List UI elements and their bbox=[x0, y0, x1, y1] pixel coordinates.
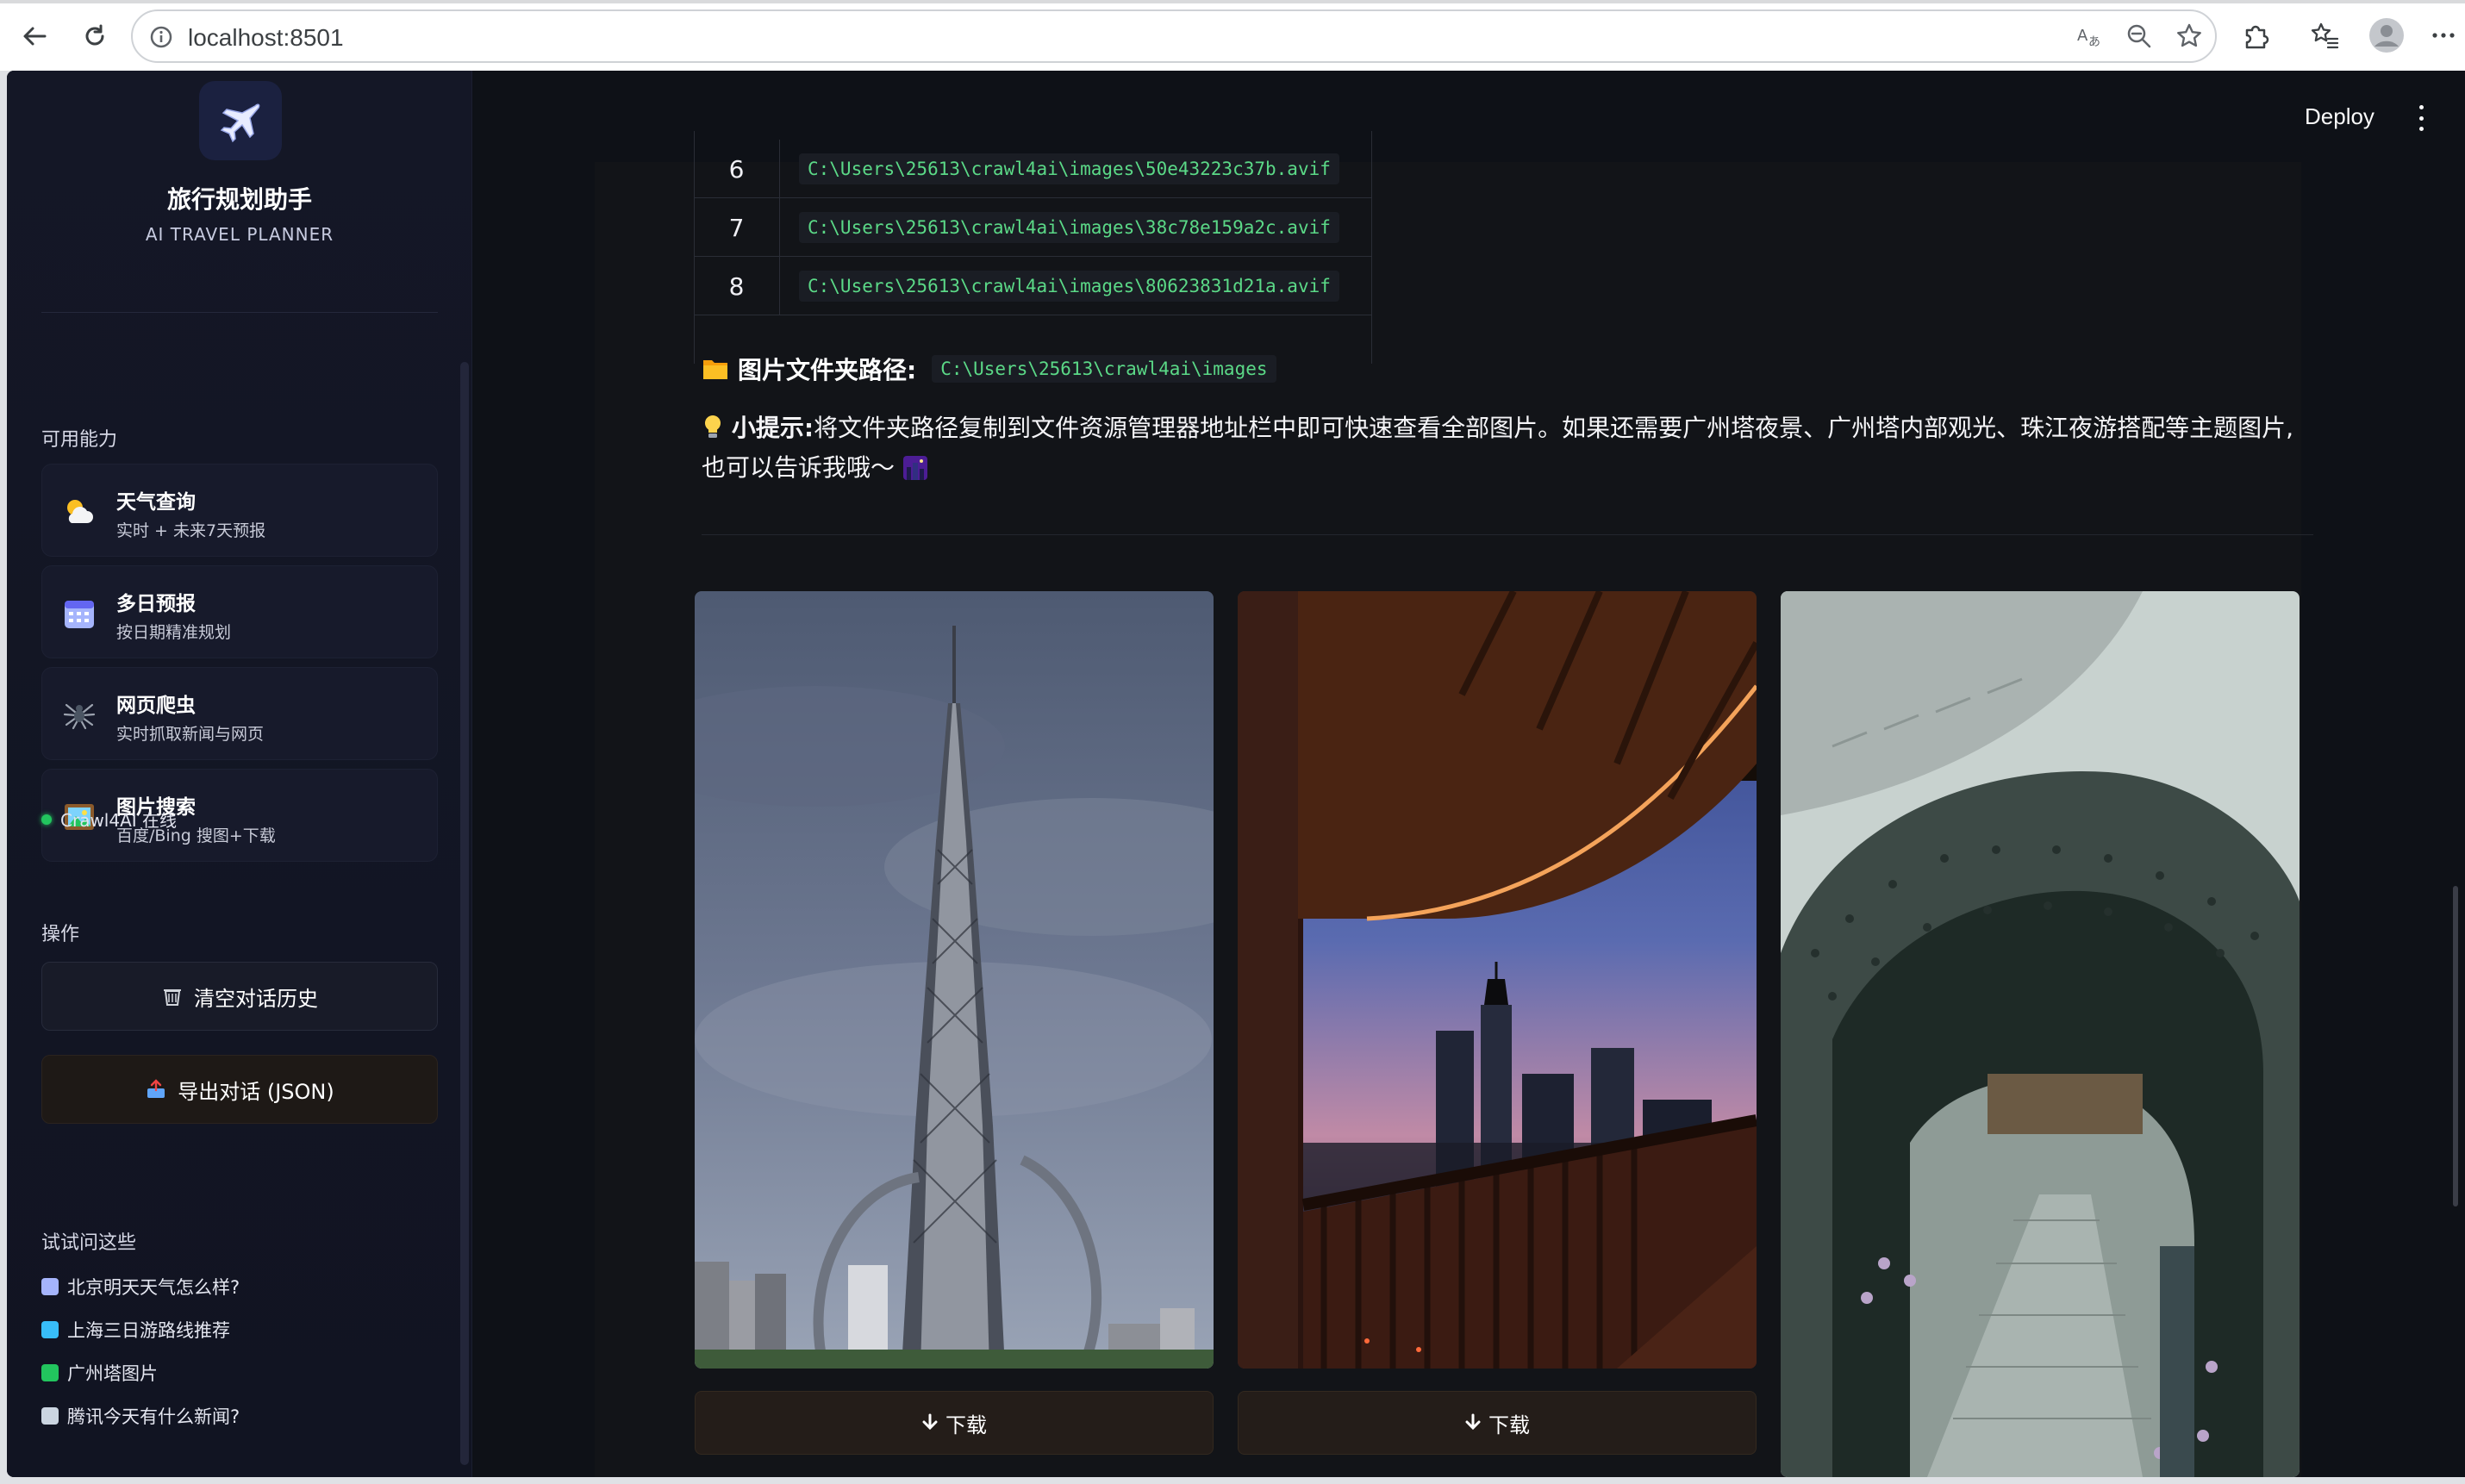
suggestion-shanghai-route[interactable]: 上海三日游路线推荐 bbox=[41, 1317, 230, 1343]
capability-desc: 实时抓取新闻与网页 bbox=[116, 725, 265, 744]
capability-desc: 实时 + 未来7天预报 bbox=[116, 521, 266, 540]
url-text[interactable]: localhost:8501 bbox=[188, 24, 344, 52]
newspaper-icon bbox=[41, 1407, 59, 1425]
svg-text:A: A bbox=[2077, 27, 2088, 45]
capability-title: 多日预报 bbox=[116, 593, 196, 615]
actions-heading: 操作 bbox=[41, 924, 80, 945]
profile-avatar-icon[interactable] bbox=[2368, 17, 2405, 53]
wastebasket-icon bbox=[164, 989, 181, 1006]
image-path-code: C:\Users\25613\crawl4ai\images\50e43223c… bbox=[799, 153, 1339, 184]
balcony-dusk-photo bbox=[1238, 591, 1757, 1369]
row-number: 8 bbox=[694, 257, 780, 315]
down-arrow-icon bbox=[922, 1413, 938, 1431]
app-viewport: 旅行规划助手 AI TRAVEL PLANNER 可用能力 天气查询 实时 + … bbox=[7, 71, 2465, 1477]
outbox-icon bbox=[147, 1079, 165, 1098]
spider-icon bbox=[63, 703, 96, 730]
suggestion-canton-tower-images[interactable]: 广州塔图片 bbox=[41, 1360, 158, 1386]
suggestion-beijing-weather[interactable]: 北京明天天气怎么样? bbox=[41, 1274, 240, 1300]
status-online-dot-icon bbox=[41, 814, 52, 825]
row-number: 6 bbox=[694, 140, 780, 198]
capabilities-heading: 可用能力 bbox=[41, 429, 118, 451]
download-label: 下载 bbox=[1488, 1412, 1530, 1437]
weather-icon bbox=[67, 500, 93, 523]
night-city-icon bbox=[902, 456, 927, 480]
content-divider bbox=[702, 534, 2313, 535]
canton-tower-photo bbox=[695, 591, 1214, 1369]
browser-toolbar: localhost:8501 Aあ bbox=[0, 0, 2465, 71]
deploy-button[interactable]: Deploy bbox=[2305, 103, 2375, 130]
app-subtitle: AI TRAVEL PLANNER bbox=[145, 224, 334, 245]
site-info-icon[interactable] bbox=[148, 24, 174, 53]
favorites-icon[interactable] bbox=[2306, 17, 2343, 53]
reload-icon[interactable] bbox=[78, 19, 112, 53]
folder-path-label: 图片文件夹路径: bbox=[738, 356, 917, 384]
tip-paragraph: 小提示:将文件夹路径复制到文件资源管理器地址栏中即可快速查看全部图片。如果还需要… bbox=[702, 408, 2313, 488]
down-arrow-icon bbox=[1465, 1413, 1481, 1431]
export-json-button[interactable]: 导出对话 (JSON) bbox=[41, 1055, 438, 1124]
main-menu-icon[interactable] bbox=[2417, 105, 2425, 131]
suggestion-text: 北京明天天气怎么样? bbox=[67, 1277, 240, 1298]
suggestion-tencent-news[interactable]: 腾讯今天有什么新闻? bbox=[41, 1403, 240, 1429]
picture-icon bbox=[41, 1364, 59, 1381]
clear-history-button[interactable]: 清空对话历史 bbox=[41, 962, 438, 1031]
suggestion-text: 上海三日游路线推荐 bbox=[67, 1320, 230, 1341]
sidebar-scrollbar[interactable] bbox=[459, 71, 471, 1477]
image-path-code: C:\Users\25613\crawl4ai\images\38c78e159… bbox=[799, 212, 1339, 243]
main-scrollbar[interactable] bbox=[2453, 886, 2458, 1207]
more-menu-icon[interactable] bbox=[2425, 17, 2462, 53]
back-arrow-icon[interactable] bbox=[17, 19, 52, 53]
capability-title: 天气查询 bbox=[116, 491, 196, 514]
clear-history-label: 清空对话历史 bbox=[194, 986, 318, 1011]
capability-card-forecast: 多日预报 按日期精准规划 bbox=[41, 565, 438, 658]
airplane-logo-icon bbox=[199, 81, 282, 160]
download-button-2[interactable]: 下载 bbox=[1238, 1391, 1757, 1455]
export-json-label: 导出对话 (JSON) bbox=[178, 1079, 334, 1104]
table-row: 6 C:\Users\25613\crawl4ai\images\50e4322… bbox=[694, 140, 1371, 198]
suggestion-text: 腾讯今天有什么新闻? bbox=[67, 1406, 240, 1427]
calendar-icon bbox=[65, 601, 94, 628]
download-button-1[interactable]: 下载 bbox=[695, 1391, 1214, 1455]
tip-label: 小提示: bbox=[731, 414, 814, 442]
tip-text: 将文件夹路径复制到文件资源管理器地址栏中即可快速查看全部图片。如果还需要广州塔夜… bbox=[702, 414, 2294, 482]
capability-desc: 按日期精准规划 bbox=[116, 623, 232, 642]
capability-card-crawler: 网页爬虫 实时抓取新闻与网页 bbox=[41, 667, 438, 760]
row-number: 7 bbox=[694, 198, 780, 257]
bookmark-star-icon[interactable] bbox=[2174, 21, 2205, 52]
folder-icon bbox=[703, 360, 727, 379]
zoom-out-icon[interactable] bbox=[2124, 21, 2155, 52]
svg-text:あ: あ bbox=[2088, 35, 2100, 49]
suggestions-heading: 试试问这些 bbox=[41, 1232, 137, 1254]
garden-arch-photo bbox=[1781, 591, 2300, 1477]
capability-title: 网页爬虫 bbox=[116, 695, 196, 717]
address-bar[interactable]: localhost:8501 Aあ bbox=[131, 9, 2217, 63]
calendar-icon bbox=[41, 1278, 59, 1295]
capability-card-weather: 天气查询 实时 + 未来7天预报 bbox=[41, 464, 438, 557]
suggestion-text: 广州塔图片 bbox=[67, 1363, 158, 1384]
tab-strip bbox=[0, 0, 2465, 3]
sidebar-divider bbox=[41, 312, 438, 313]
folder-path-line: 图片文件夹路径: C:\Users\25613\crawl4ai\images bbox=[702, 352, 1276, 386]
extensions-icon[interactable] bbox=[2237, 17, 2274, 53]
crawl4ai-status: Crawl4AI 在线 bbox=[41, 807, 177, 832]
app-title: 旅行规划助手 bbox=[166, 185, 312, 214]
translate-icon[interactable]: Aあ bbox=[2074, 21, 2105, 52]
table-row: 8 C:\Users\25613\crawl4ai\images\8062383… bbox=[694, 257, 1371, 315]
folder-path-code: C:\Users\25613\crawl4ai\images bbox=[932, 355, 1276, 383]
table-row: 7 C:\Users\25613\crawl4ai\images\38c78e1… bbox=[694, 198, 1371, 257]
download-label: 下载 bbox=[945, 1412, 987, 1437]
image-path-code: C:\Users\25613\crawl4ai\images\80623831d… bbox=[799, 271, 1339, 302]
map-icon bbox=[41, 1321, 59, 1338]
light-bulb-icon bbox=[704, 415, 721, 438]
sidebar: 旅行规划助手 AI TRAVEL PLANNER 可用能力 天气查询 实时 + … bbox=[7, 71, 472, 1477]
status-text: Crawl4AI 在线 bbox=[60, 810, 178, 831]
